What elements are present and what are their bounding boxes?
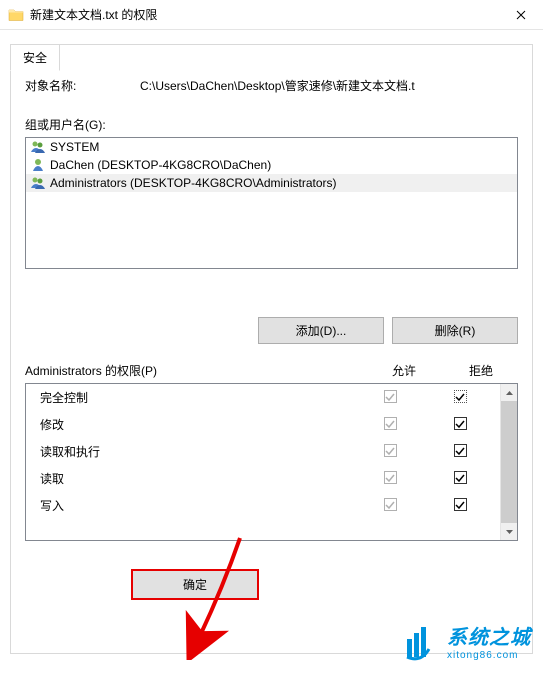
user-item-label: DaChen (DESKTOP-4KG8CRO\DaChen)	[50, 158, 271, 172]
permissions-header: Administrators 的权限(P) 允许 拒绝	[25, 362, 518, 379]
user-item-label: SYSTEM	[50, 140, 99, 154]
user-item-label: Administrators (DESKTOP-4KG8CRO\Administ…	[50, 176, 337, 190]
remove-button[interactable]: 删除(R)	[392, 317, 518, 344]
object-name-path: C:\Users\DaChen\Desktop\管家速修\新建文本文档.t	[140, 77, 518, 94]
groups-label: 组或用户名(G):	[25, 116, 518, 133]
check-icon	[455, 419, 465, 429]
permission-row: 读取	[26, 465, 500, 492]
tab-security[interactable]: 安全	[10, 44, 60, 71]
close-icon	[516, 10, 526, 20]
user-item[interactable]: DaChen (DESKTOP-4KG8CRO\DaChen)	[26, 156, 517, 174]
check-icon	[385, 446, 395, 456]
permission-row: 写入	[26, 492, 500, 519]
window-title: 新建文本文档.txt 的权限	[30, 6, 498, 23]
check-icon	[385, 500, 395, 510]
dialog-buttons: 确定	[25, 569, 518, 600]
permission-row: 修改	[26, 411, 500, 438]
scroll-thumb[interactable]	[501, 401, 517, 523]
scroll-up-arrow-icon[interactable]	[501, 384, 517, 401]
check-icon	[455, 446, 465, 456]
watermark-cn: 系统之城	[447, 621, 531, 650]
allow-checkbox[interactable]	[350, 390, 430, 405]
deny-checkbox[interactable]	[430, 417, 490, 432]
check-icon	[455, 392, 465, 402]
permission-name: 完全控制	[40, 389, 350, 406]
close-button[interactable]	[498, 0, 543, 30]
deny-checkbox[interactable]	[430, 498, 490, 513]
allow-checkbox[interactable]	[350, 498, 430, 513]
group-icon	[30, 139, 46, 155]
deny-checkbox[interactable]	[430, 471, 490, 486]
user-item[interactable]: SYSTEM	[26, 138, 517, 156]
ok-button[interactable]: 确定	[131, 569, 259, 600]
permission-name: 读取	[40, 470, 350, 487]
check-icon	[455, 473, 465, 483]
permissions-table: 完全控制 修改 读取和执行 读取	[25, 383, 518, 541]
allow-checkbox[interactable]	[350, 444, 430, 459]
dialog-content: 安全 对象名称: C:\Users\DaChen\Desktop\管家速修\新建…	[0, 30, 543, 681]
permission-row: 读取和执行	[26, 438, 500, 465]
user-icon	[30, 157, 46, 173]
deny-checkbox[interactable]	[430, 444, 490, 459]
deny-column-header: 拒绝	[444, 362, 518, 379]
object-name-row: 对象名称: C:\Users\DaChen\Desktop\管家速修\新建文本文…	[25, 77, 518, 94]
watermark: 系统之城 xitong86.com	[401, 621, 531, 661]
check-icon	[385, 419, 395, 429]
watermark-en: xitong86.com	[447, 650, 531, 661]
scrollbar[interactable]	[500, 384, 517, 540]
user-item[interactable]: Administrators (DESKTOP-4KG8CRO\Administ…	[26, 174, 517, 192]
permissions-header-label: Administrators 的权限(P)	[25, 362, 364, 379]
folder-icon	[8, 7, 24, 23]
object-name-label: 对象名称:	[25, 77, 140, 94]
users-listbox[interactable]: SYSTEM DaChen (DESKTOP-4KG8CRO\DaChen) A…	[25, 137, 518, 269]
check-icon	[455, 500, 465, 510]
permission-name: 读取和执行	[40, 443, 350, 460]
group-icon	[30, 175, 46, 191]
add-button[interactable]: 添加(D)...	[258, 317, 384, 344]
scroll-down-arrow-icon[interactable]	[501, 523, 517, 540]
allow-checkbox[interactable]	[350, 417, 430, 432]
permission-name: 修改	[40, 416, 350, 433]
permission-row: 完全控制	[26, 384, 500, 411]
allow-checkbox[interactable]	[350, 471, 430, 486]
check-icon	[385, 473, 395, 483]
deny-checkbox[interactable]	[430, 390, 490, 405]
permission-name: 写入	[40, 497, 350, 514]
check-icon	[385, 392, 395, 402]
window-titlebar: 新建文本文档.txt 的权限	[0, 0, 543, 30]
allow-column-header: 允许	[364, 362, 444, 379]
add-remove-row: 添加(D)... 删除(R)	[25, 317, 518, 344]
watermark-logo-icon	[401, 621, 441, 661]
tab-panel: 安全 对象名称: C:\Users\DaChen\Desktop\管家速修\新建…	[10, 44, 533, 654]
